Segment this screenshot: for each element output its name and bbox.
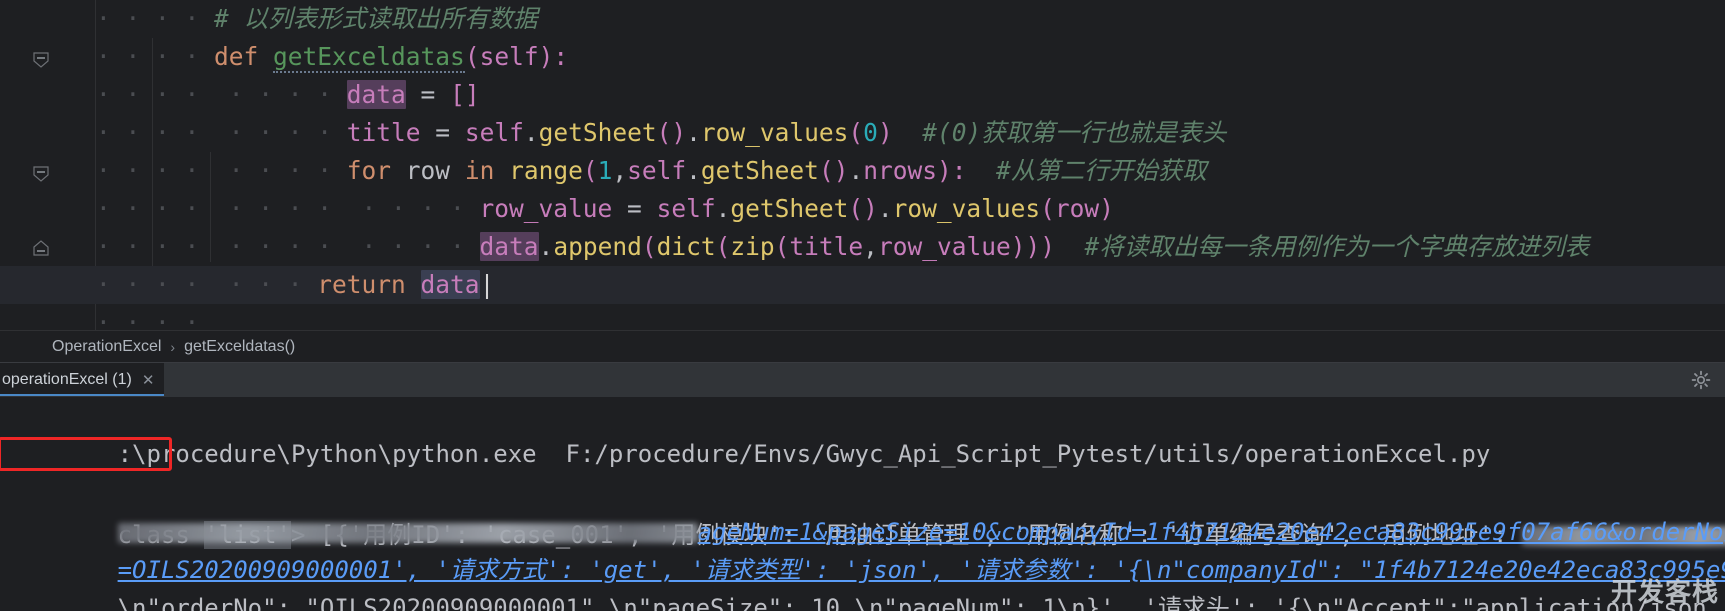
- console-output-line: class 'list'> [{'用例ID': 'case_001', '用例模…: [0, 435, 1725, 549]
- code-line[interactable]: · · · · # 以列表形式读取出所有数据: [0, 0, 538, 38]
- request-headers-text: \n"orderNo": "OILS20200909000001",\n"pag…: [117, 594, 1722, 611]
- paren: (): [656, 118, 687, 147]
- dot: .: [877, 194, 893, 223]
- paren: ):: [538, 42, 569, 71]
- builtin-dict: dict: [656, 232, 716, 261]
- code-comment: #从第二行开始获取: [966, 156, 1207, 185]
- code-line[interactable]: · · · · · · · · · · · · data.append(dict…: [0, 228, 1589, 266]
- ide-window: · · · · # 以列表形式读取出所有数据 · · · · def getEx…: [0, 0, 1725, 611]
- paren: (: [1040, 194, 1055, 223]
- watermark: 开发客栈: [1610, 577, 1719, 607]
- comma: ,: [612, 156, 628, 185]
- paren: ):: [936, 156, 967, 185]
- code-line[interactable]: · · · ·: [0, 304, 199, 330]
- variable-data: data: [346, 80, 406, 109]
- method-getsheet: getSheet: [700, 156, 819, 185]
- variable-rowvalue: row_value: [479, 194, 613, 223]
- console-url-line[interactable]: ageNum=1&pageSize=10&companyId=1f4b7124e…: [0, 475, 1725, 546]
- code-line[interactable]: · · · · · · · · data = []: [0, 76, 480, 114]
- paren: (): [848, 194, 878, 223]
- run-tool-window: operationExcel (1) ✕ :\procedure\Python\…: [0, 362, 1725, 611]
- number-literal: 1: [597, 156, 613, 185]
- code-line[interactable]: · · · · · · · · · · · · row_value = self…: [0, 190, 1114, 228]
- operator: =: [612, 194, 657, 223]
- loop-var: row: [405, 156, 465, 185]
- variable-title: title: [346, 118, 421, 147]
- close-icon[interactable]: ✕: [142, 371, 155, 389]
- paren: ): [877, 118, 893, 147]
- tab-active-underline: [0, 394, 165, 396]
- arg-rowvalue: row_value: [877, 232, 1011, 261]
- method-getsheet: getSheet: [730, 194, 849, 223]
- code-line[interactable]: · · · · · · · · title = self.getSheet().…: [0, 114, 1226, 152]
- run-tab-bar[interactable]: operationExcel (1) ✕: [0, 363, 1725, 398]
- gear-icon[interactable]: [1691, 370, 1711, 390]
- paren: (: [774, 232, 790, 261]
- comma: ,: [863, 232, 878, 261]
- code-editor[interactable]: · · · · # 以列表形式读取出所有数据 · · · · def getEx…: [0, 0, 1725, 330]
- dot: .: [686, 118, 701, 147]
- method-getsheet: getSheet: [538, 118, 657, 147]
- dot: .: [848, 156, 864, 185]
- paren: ))): [1010, 232, 1055, 261]
- attr-nrows: nrows: [863, 156, 937, 185]
- console-output-line-3: =OILS20200909000001', '请求方式': 'get', '请求…: [0, 513, 1725, 584]
- run-console[interactable]: :\procedure\Python\python.exe F:/procedu…: [0, 397, 1725, 611]
- variable-data: data: [420, 270, 480, 299]
- highlight-box: [0, 437, 172, 471]
- code-comment: #将读取出每一条用例作为一个字典存放进列表: [1054, 232, 1590, 261]
- paren: (: [848, 118, 864, 147]
- breadcrumb-class[interactable]: OperationExcel: [52, 338, 161, 356]
- function-name: getExceldatas: [273, 42, 465, 73]
- code-line[interactable]: · · · · · · · · for row in range(1,self.…: [0, 152, 1207, 190]
- run-tab-operationexcel[interactable]: operationExcel (1) ✕: [0, 363, 165, 396]
- paren: (: [641, 232, 657, 261]
- keyword-in: in: [464, 156, 510, 185]
- method-rowvalues: row_values: [892, 194, 1041, 223]
- paren: (: [464, 42, 480, 71]
- code-line-current[interactable]: · · · · · · · return data|: [0, 266, 1725, 304]
- number-literal: 0: [863, 118, 878, 147]
- paren: (: [715, 232, 731, 261]
- breadcrumb[interactable]: OperationExcel › getExceldatas(): [0, 330, 1725, 362]
- builtin-zip: zip: [730, 232, 775, 261]
- operator: =: [405, 80, 451, 109]
- self-ref: self: [627, 156, 687, 185]
- self-ref: self: [656, 194, 716, 223]
- paren: (: [582, 156, 598, 185]
- dot: .: [715, 194, 731, 223]
- paren: ): [1099, 194, 1114, 223]
- arg-row: row: [1054, 194, 1100, 223]
- empty-list: []: [450, 80, 480, 109]
- method-rowvalues: row_values: [700, 118, 849, 147]
- code-comment: #(0)获取第一行也就是表头: [892, 118, 1227, 147]
- breadcrumb-separator-icon: ›: [170, 338, 176, 355]
- dot: .: [523, 118, 539, 147]
- run-tab-label: operationExcel (1): [2, 370, 132, 388]
- method-append: append: [553, 232, 642, 261]
- keyword-return: return: [317, 270, 421, 299]
- keyword-for: for: [346, 156, 406, 185]
- dot: .: [538, 232, 554, 261]
- code-line[interactable]: · · · · def getExceldatas(self):: [0, 38, 568, 76]
- dot: .: [686, 156, 701, 185]
- console-output-line-4: \n"orderNo": "OILS20200909000001",\n"pag…: [0, 551, 1725, 611]
- console-command-line: :\procedure\Python\python.exe F:/procedu…: [0, 397, 1725, 468]
- breadcrumb-method[interactable]: getExceldatas(): [184, 338, 295, 356]
- builtin-range: range: [509, 156, 583, 185]
- code-comment: # 以列表形式读取出所有数据: [214, 4, 538, 33]
- keyword-def: def: [214, 42, 274, 71]
- variable-data: data: [479, 232, 539, 261]
- arg-title: title: [789, 232, 864, 261]
- operator: =: [420, 118, 465, 147]
- paren: (): [818, 156, 849, 185]
- self-param: self: [479, 42, 539, 71]
- self-ref: self: [464, 118, 524, 147]
